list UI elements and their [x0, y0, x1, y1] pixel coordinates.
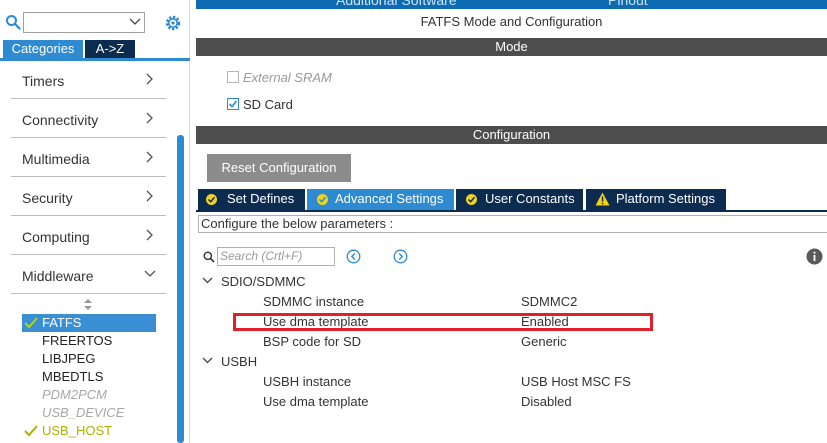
middleware-label: MBEDTLS	[42, 369, 104, 384]
param-value[interactable]: Disabled	[521, 394, 572, 409]
panel-title: FATFS Mode and Configuration	[420, 14, 603, 29]
param-row[interactable]: Use dma template Disabled	[263, 393, 743, 410]
sort-icon[interactable]	[84, 299, 92, 310]
tab-set-defines[interactable]: Set Defines	[198, 189, 305, 210]
group-label: USBH	[221, 354, 258, 369]
gear-icon[interactable]	[163, 13, 183, 33]
middleware-item-pdm2pcm[interactable]: PDM2PCM	[22, 386, 156, 404]
checkbox-box	[227, 71, 239, 83]
category-middleware[interactable]: Middleware	[11, 256, 166, 294]
right-panel: FATFS Mode and Configuration Mode Extern…	[196, 9, 827, 443]
param-row[interactable]: USBH instance USB Host MSC FS	[263, 373, 743, 390]
search-icon[interactable]	[5, 14, 21, 30]
tab-user-constants[interactable]: User Constants	[456, 189, 583, 210]
check-circle-icon	[206, 194, 217, 205]
param-name: Use dma template	[263, 394, 369, 409]
middleware-label: USB_HOST	[42, 423, 113, 438]
middleware-item-mbedtls[interactable]: MBEDTLS	[22, 368, 156, 386]
param-row[interactable]: SDMMC instance SDMMC2	[263, 293, 743, 310]
chevron-down-icon	[202, 277, 213, 284]
middleware-item-libjpeg[interactable]: LIBJPEG	[22, 350, 156, 368]
middleware-label: FREERTOS	[42, 333, 113, 348]
previous-match-icon[interactable]	[346, 249, 361, 264]
left-scrollbar[interactable]	[177, 135, 184, 443]
chevron-right-icon	[146, 229, 153, 241]
tab-label: Advanced Settings	[335, 191, 444, 206]
chevron-down-icon	[144, 270, 156, 277]
middleware-item-usb-device[interactable]: USB_DEVICE	[22, 404, 156, 422]
middleware-item-freertos[interactable]: FREERTOS	[22, 332, 156, 350]
left-search-combobox[interactable]	[23, 12, 145, 33]
chevron-down-icon	[202, 357, 213, 364]
tab-categories[interactable]: Categories	[3, 40, 83, 58]
middleware-item-fatfs[interactable]: FATFS	[22, 314, 156, 332]
tab-a-to-z[interactable]: A->Z	[85, 40, 135, 58]
warning-icon	[595, 192, 610, 206]
check-icon	[228, 100, 238, 108]
group-label: SDIO/SDMMC	[221, 274, 306, 289]
param-row[interactable]: BSP code for SD Generic	[263, 333, 743, 350]
highlight-annotation-box	[233, 313, 653, 331]
chevron-right-icon	[146, 112, 153, 124]
mode-section-header: Mode	[196, 38, 827, 56]
chevron-down-icon[interactable]	[129, 18, 141, 26]
category-timers[interactable]: Timers	[11, 61, 166, 99]
tab-label: Set Defines	[227, 191, 295, 206]
middleware-label: LIBJPEG	[42, 351, 96, 366]
banner-tab-additional-software[interactable]: Additional Software	[336, 0, 457, 8]
parameter-search-input[interactable]: Search (Crtl+F)	[217, 247, 335, 266]
category-label: Connectivity	[22, 112, 99, 128]
category-label: Timers	[22, 73, 65, 89]
param-value[interactable]: Generic	[521, 334, 567, 349]
tab-label: User Constants	[485, 191, 575, 206]
banner-tab-pinout[interactable]: Pinout	[608, 0, 648, 8]
param-name: USBH instance	[263, 374, 352, 389]
tabs-underline	[196, 210, 827, 212]
category-multimedia[interactable]: Multimedia	[11, 139, 166, 177]
category-label: Computing	[22, 229, 90, 245]
check-circle-icon	[466, 194, 477, 205]
top-banner: Additional Software Pinout	[196, 0, 827, 9]
middleware-label: PDM2PCM	[42, 387, 108, 402]
tab-platform-settings[interactable]: Platform Settings	[586, 189, 726, 210]
configure-parameters-label: Configure the below parameters :	[198, 215, 827, 233]
checkbox-label: SD Card	[243, 97, 293, 112]
chevron-right-icon	[146, 73, 153, 85]
reset-configuration-button[interactable]: Reset Configuration	[207, 154, 351, 182]
chevron-right-icon	[146, 190, 153, 202]
search-icon	[203, 251, 215, 263]
middleware-label: USB_DEVICE	[42, 405, 125, 420]
tab-label: Platform Settings	[616, 191, 715, 206]
param-name: BSP code for SD	[263, 334, 362, 349]
param-value[interactable]: SDMMC2	[521, 294, 577, 309]
checkbox-box	[227, 98, 239, 110]
category-security[interactable]: Security	[11, 178, 166, 216]
check-circle-icon	[317, 194, 328, 205]
param-value[interactable]: USB Host MSC FS	[521, 374, 631, 389]
left-panel: Categories A->Z Timers Connectivity Mult…	[0, 0, 190, 443]
category-label: Multimedia	[22, 151, 90, 167]
middleware-label: FATFS	[42, 315, 82, 330]
info-icon[interactable]	[806, 248, 823, 265]
tab-advanced-settings[interactable]: Advanced Settings	[307, 189, 454, 210]
category-label: Security	[22, 190, 73, 206]
next-match-icon[interactable]	[393, 249, 408, 264]
checkbox-label: External SRAM	[243, 70, 332, 85]
category-computing[interactable]: Computing	[11, 217, 166, 255]
check-icon	[24, 425, 38, 437]
param-name: SDMMC instance	[263, 294, 365, 309]
chevron-right-icon	[146, 151, 153, 163]
middleware-item-usb-host[interactable]: USB_HOST	[22, 422, 156, 440]
left-search-row	[0, 9, 190, 37]
check-icon	[24, 317, 38, 329]
configuration-section-header: Configuration	[196, 126, 827, 144]
category-label: Middleware	[22, 268, 94, 284]
category-connectivity[interactable]: Connectivity	[11, 100, 166, 138]
